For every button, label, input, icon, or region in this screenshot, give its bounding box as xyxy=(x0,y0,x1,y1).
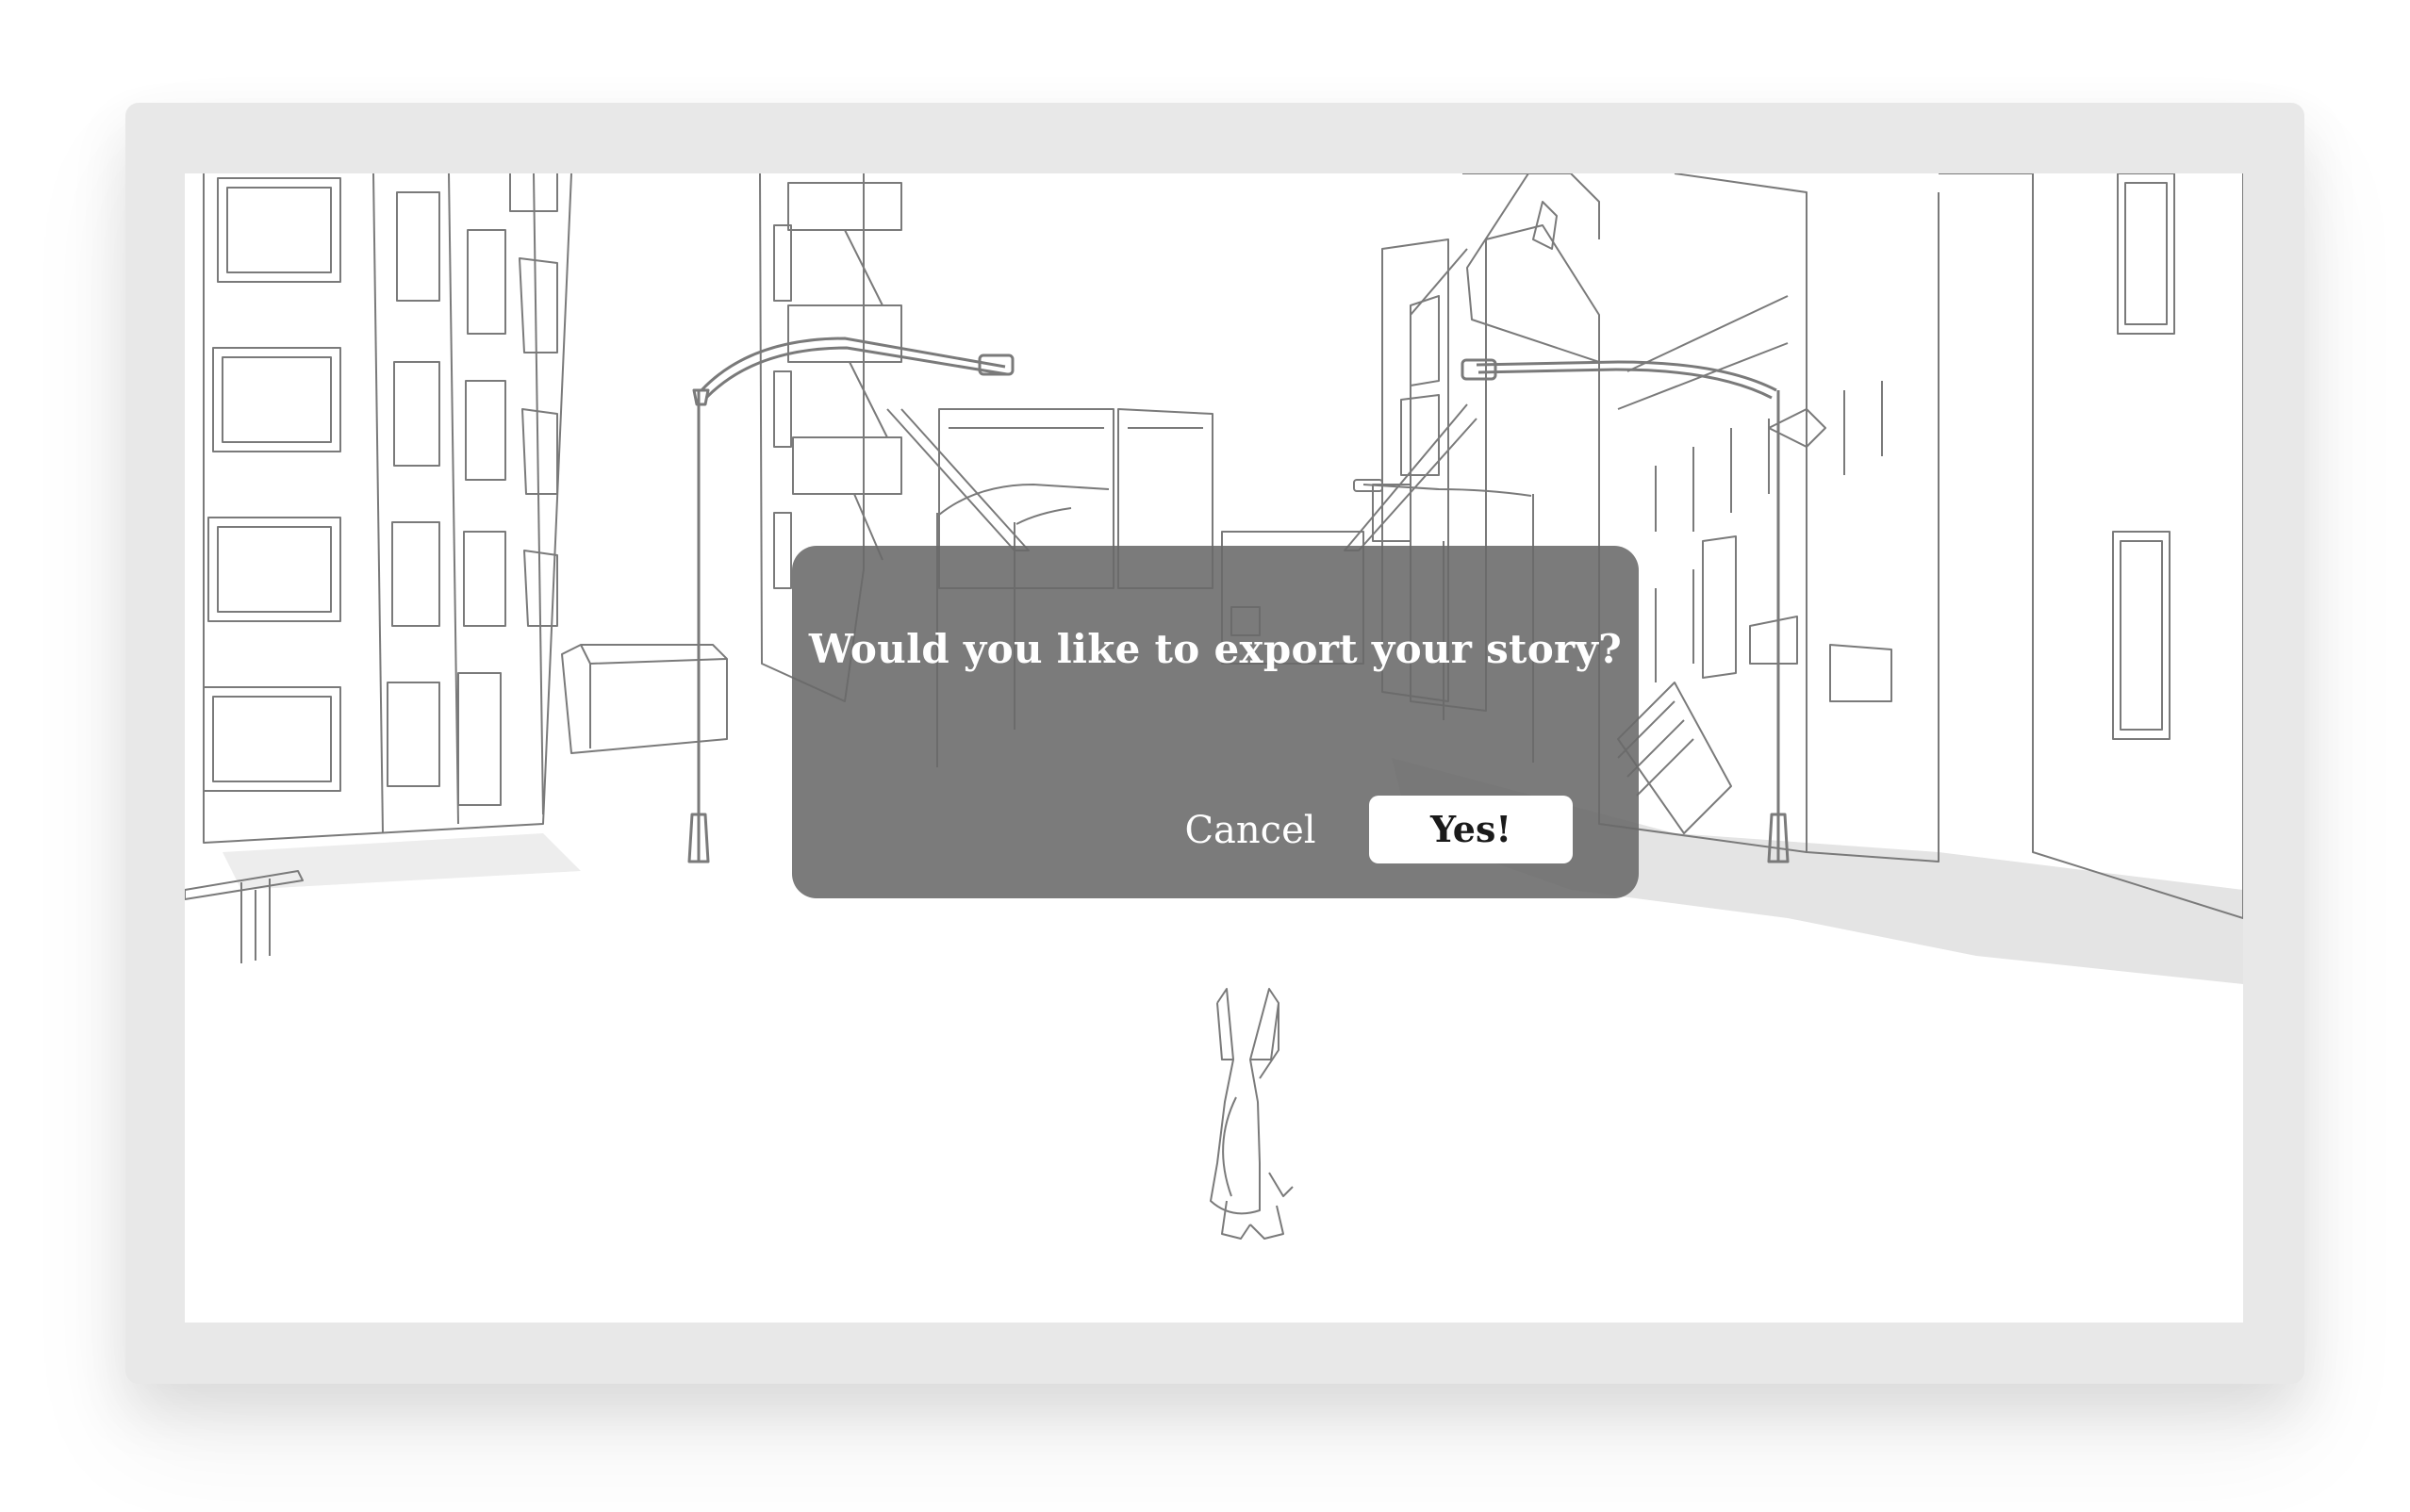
dumpster xyxy=(561,644,728,754)
right-building-far xyxy=(1806,173,2243,919)
yes-button[interactable]: Yes! xyxy=(1369,796,1573,863)
game-window: Would you like to export your story? Can… xyxy=(125,103,2304,1384)
game-viewport: Would you like to export your story? Can… xyxy=(185,173,2243,1323)
left-building xyxy=(203,173,572,844)
dialog-message: Would you like to export your story? xyxy=(808,626,1623,672)
export-story-dialog: Would you like to export your story? Can… xyxy=(792,546,1639,898)
fox-character xyxy=(1210,988,1294,1240)
ground-shadow-left xyxy=(223,833,581,890)
cancel-button[interactable]: Cancel xyxy=(1175,797,1326,864)
